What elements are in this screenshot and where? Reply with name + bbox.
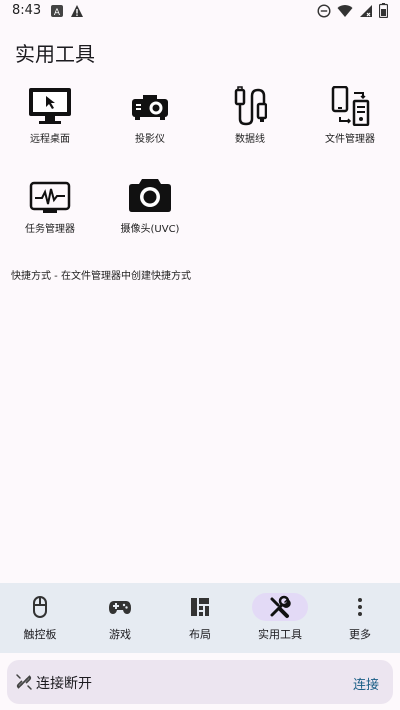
more-icon bbox=[348, 595, 372, 619]
tool-label: 远程桌面 bbox=[30, 134, 70, 145]
nav-label: 实用工具 bbox=[258, 628, 302, 641]
tool-data-cable[interactable]: 数据线 bbox=[200, 86, 300, 156]
wifi-icon bbox=[337, 3, 353, 22]
tools-icon bbox=[268, 595, 292, 619]
signal-icon bbox=[359, 3, 373, 22]
usb-cable-icon bbox=[233, 86, 268, 130]
nav-label: 触控板 bbox=[23, 628, 57, 641]
bottom-navigation: 触控板 游戏 布局 实用工具 更多 bbox=[0, 583, 400, 653]
connect-button[interactable]: 连接 bbox=[353, 674, 379, 693]
nav-item-more[interactable]: 更多 bbox=[320, 583, 400, 653]
tool-file-manager[interactable]: 文件管理器 bbox=[300, 85, 400, 156]
tool-label: 数据线 bbox=[235, 134, 265, 145]
shortcut-hint: 快捷方式 - 在文件管理器中创建快捷方式 bbox=[11, 271, 191, 282]
connection-status-text: 连接断开 bbox=[36, 676, 92, 692]
tool-remote-desktop[interactable]: 远程桌面 bbox=[0, 86, 100, 156]
nav-item-games[interactable]: 游戏 bbox=[80, 583, 160, 653]
nav-item-layout[interactable]: 布局 bbox=[160, 583, 240, 653]
nav-item-touchpad[interactable]: 触控板 bbox=[0, 583, 80, 653]
gamepad-icon bbox=[108, 595, 132, 619]
task-manager-icon bbox=[29, 181, 71, 219]
file-manager-icon bbox=[330, 85, 370, 130]
battery-icon bbox=[378, 2, 389, 22]
tool-task-manager[interactable]: 任务管理器 bbox=[0, 179, 100, 249]
svg-text:A: A bbox=[54, 8, 61, 18]
status-bar: 8:43 A bbox=[0, 0, 400, 24]
tool-label: 投影仪 bbox=[135, 134, 165, 145]
nav-item-utility-tools[interactable]: 实用工具 bbox=[240, 583, 320, 653]
camera-icon bbox=[128, 176, 172, 218]
page-title: 实用工具 bbox=[15, 42, 95, 66]
status-time: 8:43 bbox=[12, 3, 42, 18]
tool-label: 文件管理器 bbox=[325, 134, 375, 145]
warning-icon bbox=[70, 3, 84, 22]
tool-label: 摄像头(UVC) bbox=[120, 224, 180, 235]
nav-label: 游戏 bbox=[109, 628, 131, 641]
link-off-icon bbox=[15, 673, 33, 695]
notification-a-icon: A bbox=[50, 3, 64, 22]
mouse-icon bbox=[28, 595, 52, 619]
tool-projector[interactable]: 投影仪 bbox=[100, 86, 200, 156]
tool-label: 任务管理器 bbox=[25, 224, 75, 235]
nav-label: 更多 bbox=[349, 628, 371, 641]
layout-icon bbox=[188, 595, 212, 619]
monitor-icon bbox=[27, 86, 73, 130]
do-not-disturb-icon bbox=[317, 3, 331, 22]
nav-label: 布局 bbox=[189, 628, 211, 641]
connection-status-bar: 连接断开 连接 bbox=[7, 660, 393, 704]
projector-icon bbox=[131, 94, 169, 126]
tool-camera-uvc[interactable]: 摄像头(UVC) bbox=[100, 176, 200, 246]
